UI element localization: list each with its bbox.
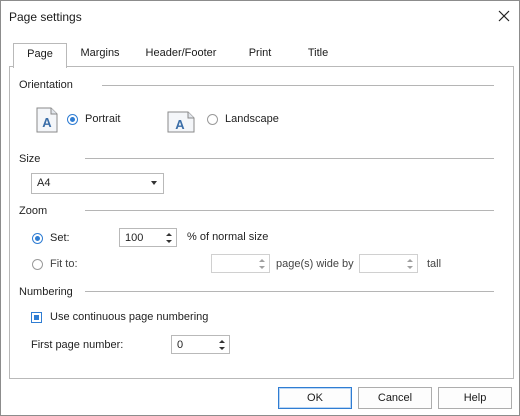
first-page-number-label: First page number: [31, 339, 124, 351]
zoom-fit-radio[interactable] [32, 259, 43, 270]
cancel-button[interactable]: Cancel [358, 387, 432, 409]
numbering-divider [85, 291, 494, 292]
paper-size-select[interactable]: A4 [31, 173, 164, 194]
landscape-icon-letter: A [175, 117, 185, 132]
page-settings-dialog: Page settings Page Margins Header/Footer… [0, 0, 520, 416]
ok-button[interactable]: OK [278, 387, 352, 409]
spin-up-icon[interactable] [219, 340, 225, 343]
help-button[interactable]: Help [438, 387, 512, 409]
spin-down-icon[interactable] [219, 347, 225, 350]
continuous-numbering-checkbox[interactable] [31, 312, 42, 323]
spin-up-icon[interactable] [166, 233, 172, 236]
landscape-radio[interactable] [207, 114, 218, 125]
paper-size-value: A4 [37, 177, 51, 189]
spin-down-icon[interactable] [166, 240, 172, 243]
tab-page[interactable]: Page [13, 43, 67, 68]
portrait-page-icon: A [36, 107, 58, 133]
zoom-divider [85, 210, 494, 211]
zoom-set-label[interactable]: Set: [50, 232, 70, 244]
continuous-numbering-label[interactable]: Use continuous page numbering [50, 311, 208, 323]
landscape-page-icon: A [167, 107, 195, 133]
fit-pages-tall-spinner[interactable] [359, 254, 418, 273]
portrait-radio[interactable] [67, 114, 78, 125]
tab-header-footer[interactable]: Header/Footer [139, 43, 223, 66]
first-page-number-value: 0 [177, 339, 184, 351]
zoom-percent-spinner[interactable]: 100 [119, 228, 177, 247]
zoom-fit-label[interactable]: Fit to: [50, 258, 78, 270]
fit-pages-wide-suffix: page(s) wide by [276, 258, 354, 270]
spin-down-icon[interactable] [407, 266, 413, 269]
zoom-percent-suffix: % of normal size [187, 231, 269, 243]
numbering-group-label: Numbering [19, 286, 73, 298]
fit-pages-wide-spinner[interactable] [211, 254, 270, 273]
spin-down-icon[interactable] [259, 266, 265, 269]
zoom-group-label: Zoom [19, 205, 48, 217]
zoom-percent-value: 100 [125, 232, 144, 244]
tab-print[interactable]: Print [235, 43, 285, 66]
spin-up-icon[interactable] [259, 259, 265, 262]
zoom-set-radio[interactable] [32, 233, 43, 244]
portrait-icon-letter: A [42, 115, 52, 130]
tab-margins[interactable]: Margins [71, 43, 129, 66]
orientation-group-label: Orientation [19, 79, 73, 91]
spin-up-icon[interactable] [407, 259, 413, 262]
portrait-label[interactable]: Portrait [85, 113, 120, 125]
close-icon[interactable] [495, 7, 513, 25]
tab-title[interactable]: Title [295, 43, 341, 66]
dialog-title: Page settings [9, 10, 82, 24]
size-divider [85, 158, 494, 159]
first-page-number-spinner[interactable]: 0 [171, 335, 230, 354]
size-group-label: Size [19, 153, 41, 165]
landscape-label[interactable]: Landscape [225, 113, 279, 125]
page-tab-panel: Orientation A Portrait A Landscape Size … [9, 66, 514, 379]
fit-pages-tall-suffix: tall [427, 258, 442, 270]
orientation-divider [102, 85, 494, 86]
chevron-down-icon [151, 181, 157, 185]
